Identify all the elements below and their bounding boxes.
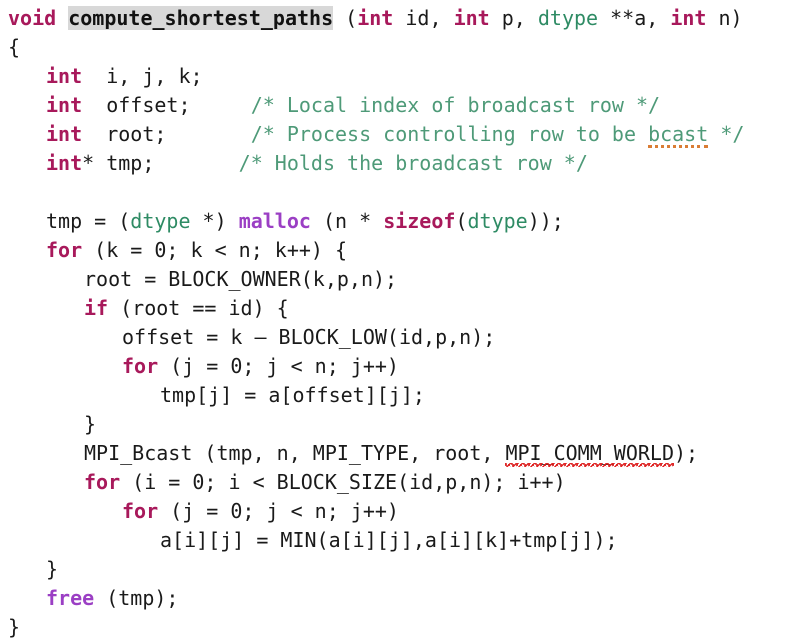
code-line: }: [4, 555, 802, 584]
code-line: void compute_shortest_paths (int id, int…: [4, 4, 802, 33]
function-name-highlight: compute_shortest_paths: [68, 6, 334, 30]
builtin-function-token: free: [46, 586, 95, 610]
code-token: ));: [527, 209, 564, 233]
comment-token: /* Process controlling row to be: [250, 122, 649, 146]
keyword-token: for: [122, 354, 159, 378]
code-token: tmp[j] = a[offset][j];: [160, 383, 425, 407]
keyword-token: for: [122, 499, 159, 523]
code-line: offset = k – BLOCK_LOW(id,p,n);: [4, 323, 802, 352]
code-line: a[i][j] = MIN(a[i][j],a[i][k]+tmp[j]);: [4, 526, 802, 555]
code-token: (n *: [310, 209, 384, 233]
grammar-warning-token: bcast: [648, 120, 709, 149]
code-token: offset = k – BLOCK_LOW(id,p,n);: [122, 325, 496, 349]
code-token: );: [674, 441, 699, 465]
code-line: for (i = 0; i < BLOCK_SIZE(id,p,n); i++): [4, 468, 802, 497]
code-line: if (root == id) {: [4, 294, 802, 323]
code-token: offset;: [82, 93, 251, 117]
code-token: id,: [393, 6, 454, 30]
type-token: dtype: [130, 209, 191, 233]
code-line: MPI_Bcast (tmp, n, MPI_TYPE, root, MPI_C…: [4, 439, 802, 468]
code-line: int i, j, k;: [4, 62, 802, 91]
code-token: (tmp);: [94, 586, 179, 610]
code-line: tmp = (dtype *) malloc (n * sizeof(dtype…: [4, 207, 802, 236]
code-line: free (tmp);: [4, 584, 802, 613]
code-token: (: [333, 6, 358, 30]
keyword-token: for: [46, 238, 83, 262]
code-line: int offset; /* Local index of broadcast …: [4, 91, 802, 120]
code-token: }: [46, 557, 59, 581]
keyword-token: int: [46, 93, 83, 117]
code-token: p,: [489, 6, 538, 30]
keyword-token: int: [453, 6, 490, 30]
keyword-token: int: [670, 6, 707, 30]
code-token: i, j, k;: [82, 64, 203, 88]
code-token: **a,: [598, 6, 671, 30]
code-token: {: [8, 35, 21, 59]
comment-token: */: [708, 122, 745, 146]
comment-token: /* Holds the broadcast row */: [238, 151, 588, 175]
code-line: root = BLOCK_OWNER(k,p,n);: [4, 265, 802, 294]
type-token: dtype: [537, 6, 599, 30]
code-listing: void compute_shortest_paths (int id, int…: [0, 0, 802, 639]
keyword-token: for: [84, 470, 121, 494]
code-line: }: [4, 410, 802, 439]
code-token: tmp = (: [46, 209, 131, 233]
code-token: (i = 0; i < BLOCK_SIZE(id,p,n); i++): [120, 470, 566, 494]
code-token: root;: [82, 122, 251, 146]
code-token: *): [190, 209, 239, 233]
code-token: }: [84, 412, 97, 436]
code-token: (: [455, 209, 468, 233]
keyword-token: void: [8, 6, 57, 30]
code-line: for (k = 0; k < n; k++) {: [4, 236, 802, 265]
type-token: dtype: [467, 209, 528, 233]
keyword-token: if: [84, 296, 109, 320]
code-line: int root; /* Process controlling row to …: [4, 120, 802, 149]
code-token: (root == id) {: [108, 296, 289, 320]
builtin-function-token: malloc: [238, 209, 311, 233]
keyword-token: sizeof: [383, 209, 456, 233]
code-token: * tmp;: [82, 151, 239, 175]
code-line: int* tmp; /* Holds the broadcast row */: [4, 149, 802, 178]
code-line: tmp[j] = a[offset][j];: [4, 381, 802, 410]
comment-token: /* Local index of broadcast row */: [250, 93, 661, 117]
code-token: MPI_Bcast (tmp, n, MPI_TYPE, root,: [84, 441, 506, 465]
keyword-token: int: [357, 6, 394, 30]
code-line: }: [4, 613, 802, 642]
code-token: root = BLOCK_OWNER(k,p,n);: [84, 267, 398, 291]
code-token: (j = 0; j < n; j++): [158, 499, 399, 523]
code-token: (k = 0; k < n; k++) {: [82, 238, 348, 262]
keyword-token: int: [46, 122, 83, 146]
code-token: n): [706, 6, 743, 30]
keyword-token: int: [46, 64, 83, 88]
code-token: a[i][j] = MIN(a[i][j],a[i][k]+tmp[j]);: [160, 528, 618, 552]
code-line: for (j = 0; j < n; j++): [4, 352, 802, 381]
code-token: }: [8, 615, 21, 639]
code-line: {: [4, 33, 802, 62]
code-line: for (j = 0; j < n; j++): [4, 497, 802, 526]
keyword-token: int: [46, 151, 83, 175]
spellcheck-error-token: MPI_COMM_WORLD: [505, 439, 674, 468]
code-token: (j = 0; j < n; j++): [158, 354, 399, 378]
